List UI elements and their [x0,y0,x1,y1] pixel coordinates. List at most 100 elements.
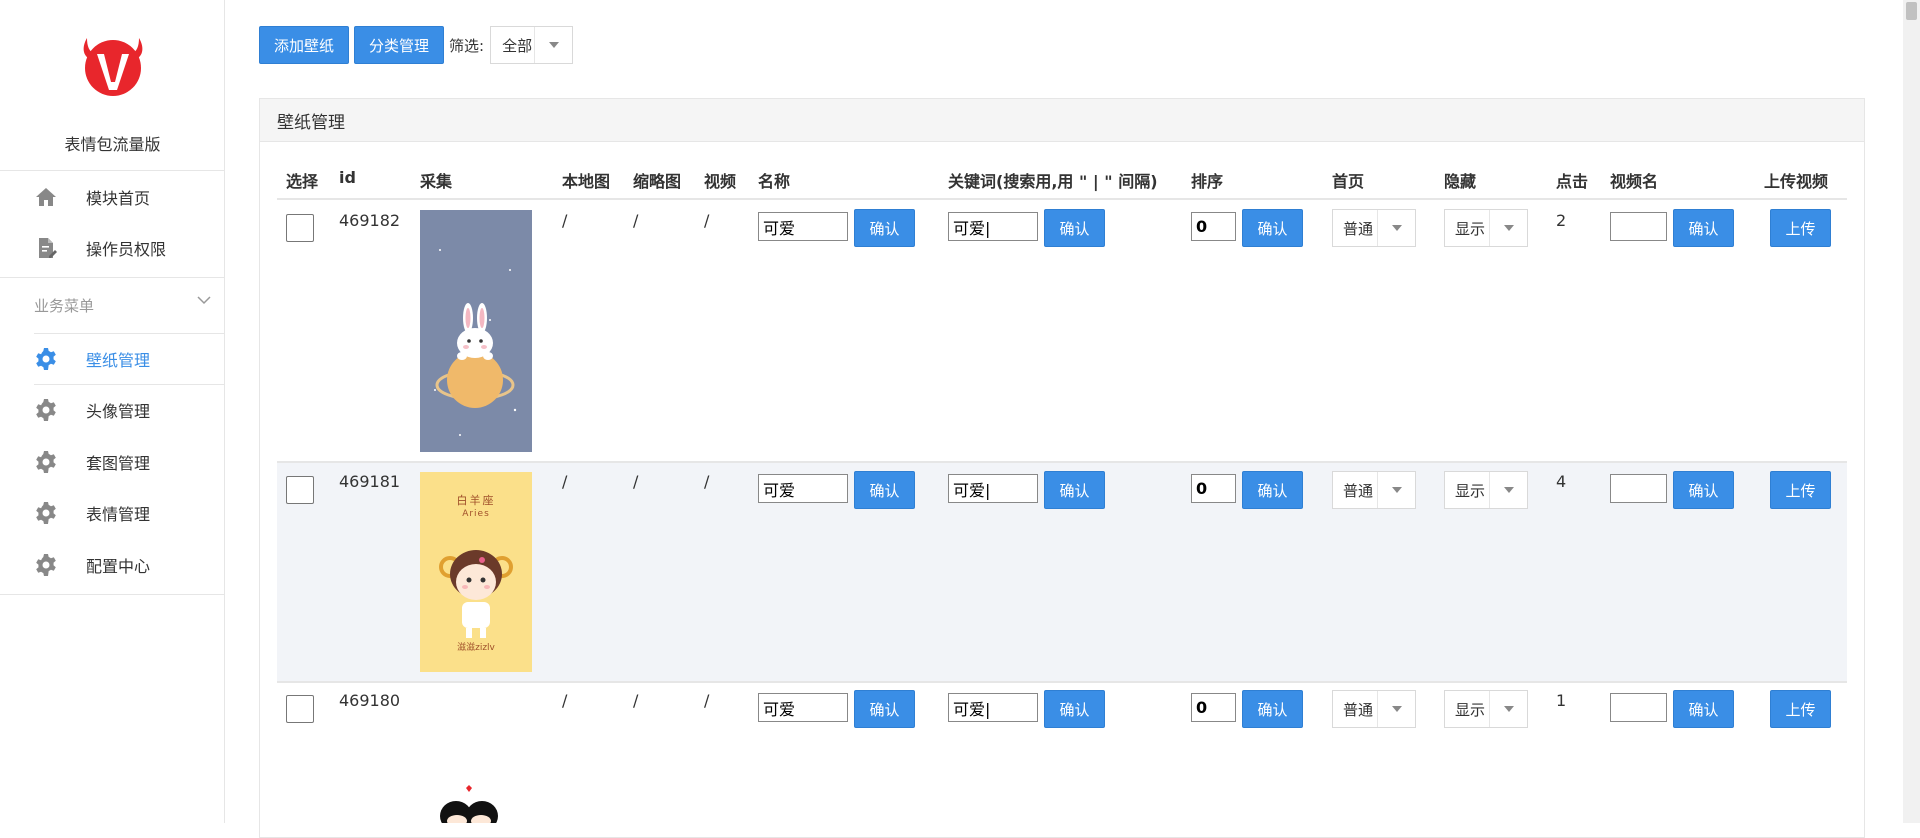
confirm-sort-button[interactable]: 确认 [1242,209,1303,247]
hidden-select-value: 显示 [1455,481,1486,500]
name-input[interactable] [758,693,848,722]
row-checkbox[interactable] [286,695,314,723]
sidebar-item-label: 表情管理 [86,505,151,524]
confirm-video-name-button[interactable]: 确认 [1673,471,1734,509]
hidden-select[interactable]: 显示 [1444,690,1528,728]
chevron-down-icon [1377,210,1415,246]
home-select[interactable]: 普通 [1332,690,1416,728]
confirm-keywords-button[interactable]: 确认 [1044,209,1105,247]
confirm-keywords-button[interactable]: 确认 [1044,471,1105,509]
confirm-keywords-button[interactable]: 确认 [1044,690,1105,728]
confirm-name-button[interactable]: 确认 [854,690,915,728]
wallpaper-image-bunny[interactable] [420,210,532,452]
sort-input[interactable] [1191,212,1236,241]
gear-icon [36,451,56,473]
brand-name: 表情包流量版 [64,135,161,154]
sidebar-item-operator-permissions[interactable]: 操作员权限 [0,223,225,273]
col-header-id: id [339,168,356,187]
upload-video-button[interactable]: 上传 [1770,471,1831,509]
wallpaper-image-couple[interactable] [420,780,532,823]
row-thumbnail: / [633,211,639,230]
header-divider [277,198,1847,200]
wallpaper-image-title: 白羊座 [456,494,496,507]
row-local-image: / [562,211,568,230]
keywords-input[interactable] [948,212,1038,241]
row-clicks: 2 [1556,211,1567,230]
confirm-sort-button[interactable]: 确认 [1242,471,1303,509]
home-select[interactable]: 普通 [1332,471,1416,509]
sidebar-item-label: 头像管理 [86,402,151,421]
category-manage-button[interactable]: 分类管理 [354,26,445,64]
filter-select[interactable]: 全部 [490,26,574,64]
keywords-input[interactable] [948,693,1038,722]
gear-icon [36,348,56,370]
sidebar-item-photo-set[interactable]: 套图管理 [0,437,225,487]
upload-video-button[interactable]: 上传 [1770,690,1831,728]
row-checkbox[interactable] [286,476,314,504]
row-checkbox[interactable] [286,214,314,242]
row-thumbnail: / [633,472,639,491]
col-header-video: 视频 [704,172,737,191]
col-header-thumb: 缩略图 [633,172,682,191]
col-header-video-name: 视频名 [1610,172,1659,191]
chevron-down-icon [1489,691,1527,727]
gear-icon [36,554,56,576]
gear-icon [36,502,56,524]
hidden-select[interactable]: 显示 [1444,209,1528,247]
filter-label: 筛选: [449,36,485,55]
confirm-name-button[interactable]: 确认 [854,209,915,247]
confirm-sort-button[interactable]: 确认 [1242,690,1303,728]
confirm-video-name-button[interactable]: 确认 [1673,209,1734,247]
confirm-video-name-button[interactable]: 确认 [1673,690,1734,728]
row-id: 469182 [339,211,401,230]
confirm-name-button[interactable]: 确认 [854,471,915,509]
sort-input[interactable] [1191,693,1236,722]
row-local-image: / [562,472,568,491]
chevron-down-icon [1489,472,1527,508]
sidebar-item-label: 套图管理 [86,454,151,473]
wallpaper-image-subtitle: Aries [462,509,490,519]
page-scrollbar[interactable] [1903,0,1920,823]
home-icon [36,188,56,206]
sort-input[interactable] [1191,474,1236,503]
row-id: 469181 [339,472,401,491]
keywords-input[interactable] [948,474,1038,503]
row-thumbnail: / [633,691,639,710]
hidden-select-value: 显示 [1455,700,1486,719]
col-header-hidden: 隐藏 [1444,172,1477,191]
home-select-value: 普通 [1343,700,1374,719]
col-header-local: 本地图 [562,172,611,191]
col-header-keywords: 关键词(搜索用,用 " | " 间隔) [948,172,1158,191]
chevron-down-icon [534,27,572,63]
row-video: / [704,472,710,491]
home-select[interactable]: 普通 [1332,209,1416,247]
name-input[interactable] [758,212,848,241]
sidebar-item-label: 壁纸管理 [86,351,151,370]
chevron-down-icon[interactable] [196,292,212,308]
video-name-input[interactable] [1610,212,1667,241]
row-local-image: / [562,691,568,710]
logo [0,30,225,100]
sidebar-item-home[interactable]: 模块首页 [0,172,225,222]
wallpaper-image-signature: 滋滋zizlv [457,643,495,653]
add-wallpaper-button[interactable]: 添加壁纸 [259,26,350,64]
name-input[interactable] [758,474,848,503]
row-video: / [704,211,710,230]
sidebar-item-wallpaper[interactable]: 壁纸管理 [0,334,225,384]
sidebar-item-avatar[interactable]: 头像管理 [0,385,225,435]
scrollbar-thumb[interactable] [1906,2,1917,20]
sidebar-item-config[interactable]: 配置中心 [0,540,225,590]
hidden-select[interactable]: 显示 [1444,471,1528,509]
video-name-input[interactable] [1610,474,1667,503]
row-clicks: 4 [1556,472,1567,491]
document-edit-icon [39,238,57,258]
hidden-select-value: 显示 [1455,219,1486,238]
sidebar-item-sticker[interactable]: 表情管理 [0,488,225,538]
upload-video-button[interactable]: 上传 [1770,209,1831,247]
sidebar: 表情包流量版 模块首页 操作员权限 业务菜单 壁纸管理 头像管理 套图管理 表情… [0,0,225,823]
video-name-input[interactable] [1610,693,1667,722]
sidebar-item-label: 操作员权限 [86,240,167,259]
chevron-down-icon [1377,472,1415,508]
gear-icon [36,399,56,421]
col-header-clicks: 点击 [1556,172,1589,191]
